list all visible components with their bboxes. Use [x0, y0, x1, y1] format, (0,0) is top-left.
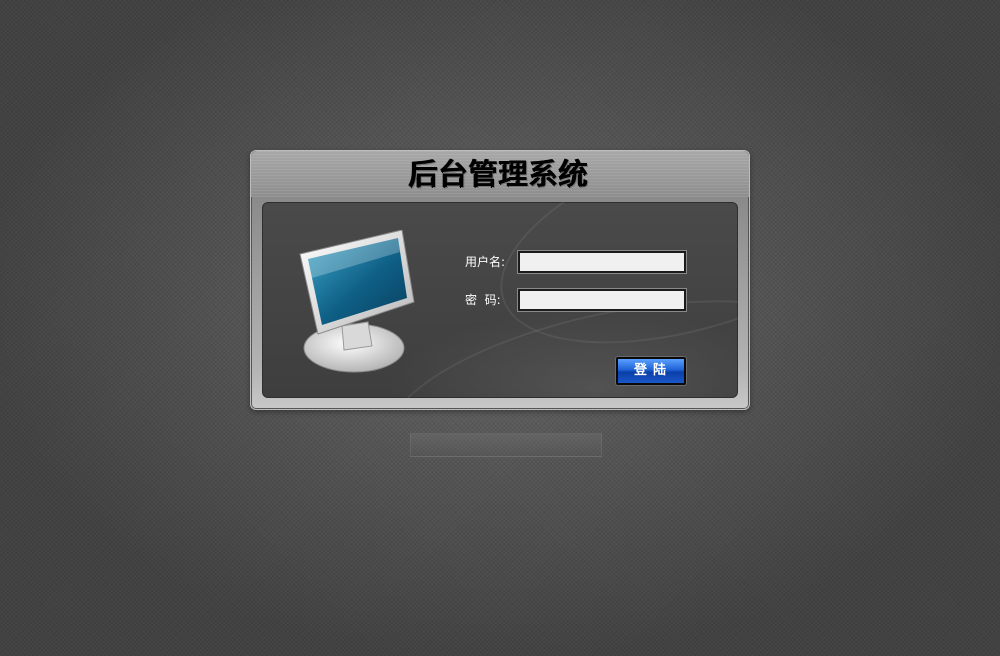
login-panel: 后台管理系统 用户名: 密 码: 登陆 [250, 150, 750, 410]
login-form: 用户名: 密 码: 登陆 [262, 202, 738, 398]
username-label: 用户名: [465, 255, 506, 269]
password-label: 密 码: [465, 293, 501, 307]
username-input[interactable] [518, 251, 686, 273]
page-title: 后台管理系统 [408, 157, 589, 191]
password-input[interactable] [518, 289, 686, 311]
login-button[interactable]: 登陆 [616, 357, 686, 385]
computer-monitor-icon [299, 230, 415, 373]
panel-header: 后台管理系统 [251, 151, 749, 197]
panel-reflection [410, 433, 602, 457]
